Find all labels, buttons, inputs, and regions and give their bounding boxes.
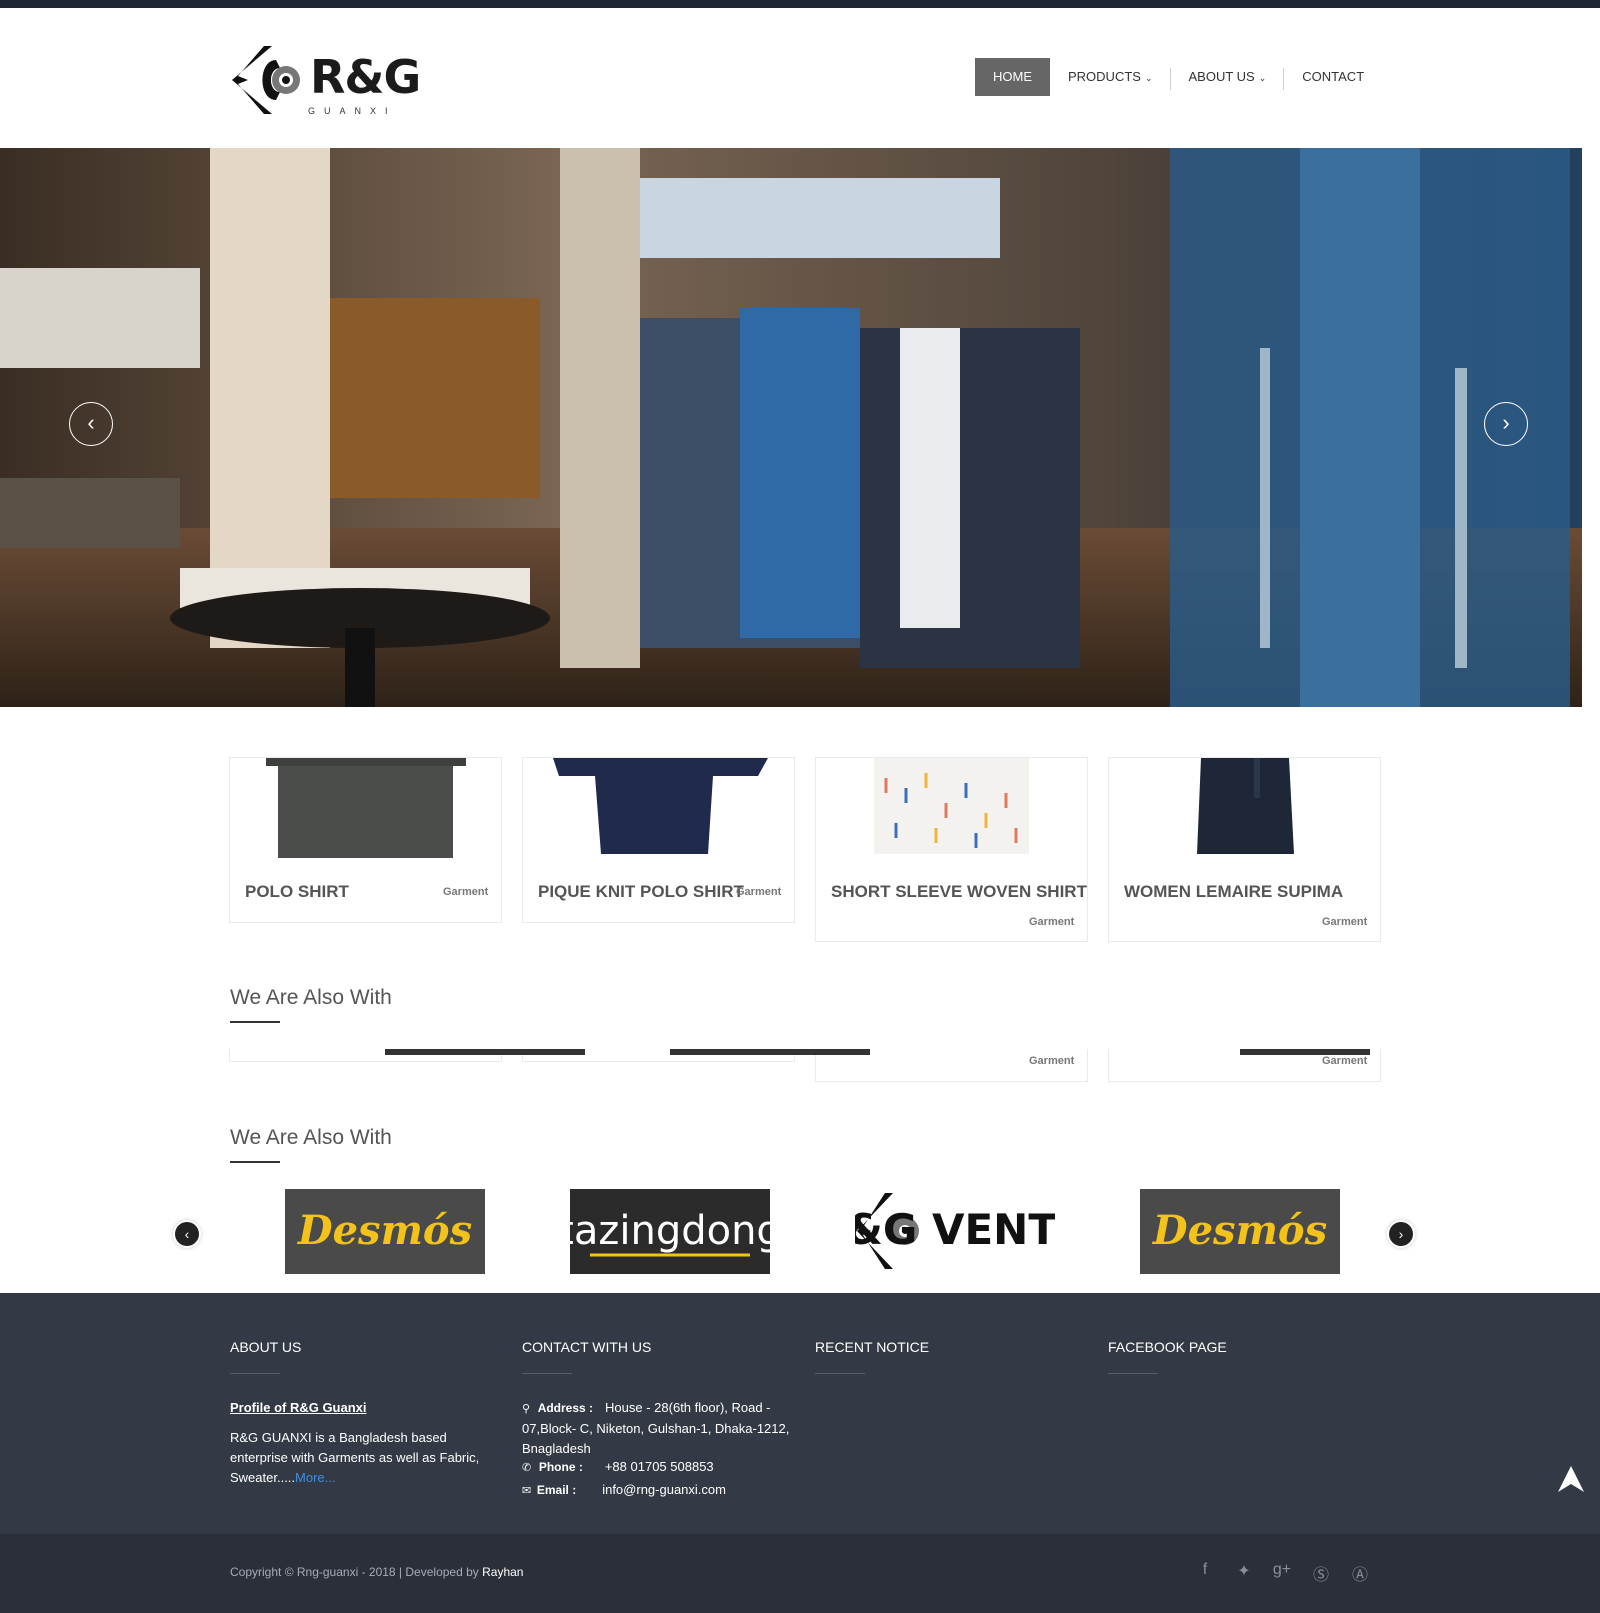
facebook-icon[interactable]: f: [1195, 1561, 1215, 1579]
product-name[interactable]: PIQUE KNIT POLO SHIRT: [538, 882, 744, 902]
email-address[interactable]: info@rng-guanxi.com: [602, 1482, 726, 1497]
nav-contact-label: CONTACT: [1302, 69, 1365, 84]
product-image: [523, 758, 794, 858]
slider-prev-button[interactable]: ‹: [69, 402, 113, 446]
section-heading: We Are Also With: [230, 986, 392, 1009]
top-bar: [0, 0, 1600, 8]
product-card[interactable]: PIQUE KNIT POLO SHIRT Garment: [522, 757, 795, 923]
main-nav: HOME PRODUCTS ⌄ ABOUT US ⌄ CONTACT: [975, 58, 1382, 96]
hero-slider: ‹ ›: [0, 148, 1582, 707]
nav-products-label: PRODUCTS: [1068, 69, 1141, 84]
nav-about[interactable]: ABOUT US ⌄: [1171, 58, 1285, 96]
footer-facebook-title: FACEBOOK PAGE: [1108, 1339, 1227, 1355]
about-text: R&G GUANXI is a Bangladesh based enterpr…: [230, 1428, 492, 1488]
brand-logo-rg-venture[interactable]: R&G VENTURE: [814, 1189, 1152, 1274]
heading-underline: [230, 1161, 280, 1163]
contact-email: ✉ Email : info@rng-guanxi.com: [522, 1480, 726, 1501]
twitter-icon[interactable]: ✦: [1234, 1561, 1254, 1581]
product-tag: Garment: [443, 886, 489, 898]
more-link[interactable]: More...: [295, 1470, 335, 1485]
product-card[interactable]: SHORT SLEEVE WOVEN SHIRT Garment: [815, 757, 1088, 942]
product-name[interactable]: POLO SHIRT: [245, 882, 349, 902]
nav-products[interactable]: PRODUCTS ⌄: [1050, 58, 1171, 96]
app-icon[interactable]: Ⓐ: [1350, 1561, 1370, 1585]
chevron-down-icon: ⌄: [1144, 73, 1153, 83]
phone-label: Phone :: [538, 1460, 583, 1474]
brand-name: tazingdong: [570, 1208, 770, 1254]
logo-mark-icon: [232, 46, 300, 114]
footer-divider: [815, 1373, 865, 1374]
back-to-top-icon[interactable]: [1556, 1464, 1586, 1494]
phone-number[interactable]: +88 01705 508853: [605, 1459, 714, 1474]
footer-divider: [1108, 1373, 1158, 1374]
brands-prev-button[interactable]: ‹: [175, 1222, 199, 1246]
footer-notice-title: RECENT NOTICE: [815, 1339, 930, 1355]
site-header: R&G GUANXI HOME PRODUCTS ⌄ ABOUT US ⌄ CONT…: [0, 8, 1600, 148]
site-logo[interactable]: R&G GUANXI: [228, 44, 428, 124]
contact-phone: ✆ Phone : +88 01705 508853: [522, 1457, 714, 1478]
product-tag: Garment: [736, 886, 782, 898]
bottom-bar: Copyright © Rng-guanxi - 2018 | Develope…: [0, 1534, 1600, 1613]
copyright: Copyright © Rng-guanxi - 2018 | Develope…: [230, 1565, 523, 1579]
product-card[interactable]: WOMEN LEMAIRE SUPIMA Garment: [1108, 757, 1381, 942]
heading-underline: [230, 1021, 280, 1023]
product-tag: Garment: [1322, 1055, 1368, 1067]
ghost-brand-strip: [1240, 1049, 1370, 1055]
ghost-brand-strip: [385, 1049, 585, 1055]
logo-subtext: GUANXI: [308, 106, 397, 116]
nav-home[interactable]: HOME: [975, 58, 1050, 96]
footer-divider: [230, 1373, 280, 1374]
section-heading: We Are Also With: [230, 1126, 392, 1149]
brand-name: R&G VENTURE: [855, 1205, 1055, 1254]
address-label: Address :: [537, 1401, 594, 1415]
address-line1: House - 28(6th floor), Road -: [605, 1400, 771, 1415]
chevron-left-icon: ‹: [184, 1226, 190, 1242]
google-plus-icon[interactable]: g+: [1272, 1561, 1292, 1579]
product-name[interactable]: SHORT SLEEVE WOVEN SHIRT: [831, 882, 1087, 902]
copyright-text: Copyright © Rng-guanxi - 2018 | Develope…: [230, 1565, 483, 1579]
phone-icon: ✆: [522, 1462, 532, 1474]
nav-about-label: ABOUT US: [1188, 69, 1255, 84]
product-image: [816, 758, 1087, 858]
contact-address: ⚲ Address : House - 28(6th floor), Road -…: [522, 1398, 800, 1459]
email-label: Email :: [536, 1483, 577, 1497]
chevron-down-icon: ⌄: [1258, 73, 1267, 83]
brand-logo-desmos[interactable]: Desmós: [1140, 1189, 1340, 1274]
brand-name: Desmós: [297, 1207, 472, 1254]
product-tag: Garment: [1322, 916, 1368, 928]
ghost-brand-strip: [670, 1049, 870, 1055]
slider-next-button[interactable]: ›: [1484, 402, 1528, 446]
about-text-body: R&G GUANXI is a Bangladesh based enterpr…: [230, 1430, 480, 1485]
envelope-icon: ✉: [522, 1485, 532, 1497]
hero-store-image: [0, 148, 1582, 707]
brand-logo-tazingdong[interactable]: tazingdong: [558, 1189, 782, 1274]
nav-home-label: HOME: [993, 69, 1032, 84]
footer-divider: [522, 1373, 572, 1374]
product-name[interactable]: WOMEN LEMAIRE SUPIMA: [1124, 882, 1343, 902]
brand-logo-desmos[interactable]: Desmós: [285, 1189, 485, 1274]
nav-contact[interactable]: CONTACT: [1284, 58, 1382, 96]
chevron-right-icon: ›: [1502, 410, 1510, 435]
skype-icon[interactable]: Ⓢ: [1311, 1561, 1331, 1585]
logo-text: R&G: [310, 50, 421, 104]
brand-name: Desmós: [1152, 1207, 1327, 1254]
site-footer: ABOUT US Profile of R&G Guanxi R&G GUANX…: [0, 1293, 1600, 1534]
product-tag: Garment: [1029, 916, 1075, 928]
footer-contact-title: CONTACT WITH US: [522, 1339, 652, 1355]
developer-link[interactable]: Rayhan: [482, 1565, 523, 1579]
footer-about-title: ABOUT US: [230, 1339, 302, 1355]
chevron-right-icon: ›: [1398, 1226, 1404, 1242]
product-tag: Garment: [1029, 1055, 1075, 1067]
product-card[interactable]: POLO SHIRT Garment: [229, 757, 502, 923]
product-image: [230, 758, 501, 858]
map-marker-icon: ⚲: [522, 1403, 531, 1415]
brands-next-button[interactable]: ›: [1389, 1222, 1413, 1246]
chevron-left-icon: ‹: [87, 410, 95, 435]
address-rest: 07,Block- C, Niketon, Gulshan-1, Dhaka-1…: [522, 1421, 790, 1456]
profile-link[interactable]: Profile of R&G Guanxi: [230, 1398, 367, 1418]
product-image: [1109, 758, 1380, 858]
